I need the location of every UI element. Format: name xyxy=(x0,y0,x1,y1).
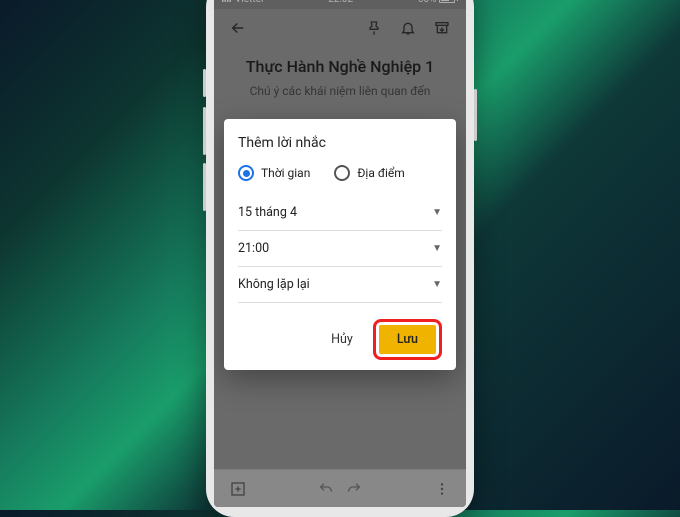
chevron-down-icon: ▼ xyxy=(432,279,442,290)
radio-selected-icon xyxy=(238,165,254,181)
time-select[interactable]: 21:00 ▼ xyxy=(238,231,442,267)
date-select[interactable]: 15 tháng 4 ▼ xyxy=(238,195,442,231)
radio-place-label: Địa điểm xyxy=(357,166,404,180)
dialog-title: Thêm lời nhắc xyxy=(238,135,442,151)
radio-group: Thời gian Địa điểm xyxy=(238,165,442,181)
screen: Viettel 22:02 60% xyxy=(214,0,466,507)
repeat-select[interactable]: Không lặp lại ▼ xyxy=(238,267,442,303)
phone-frame: Viettel 22:02 60% xyxy=(206,0,474,517)
bottom-toolbar xyxy=(214,469,466,507)
cancel-button[interactable]: Hủy xyxy=(319,324,365,355)
side-button xyxy=(203,107,206,155)
radio-place[interactable]: Địa điểm xyxy=(334,165,404,181)
chevron-down-icon: ▼ xyxy=(432,207,442,218)
date-value: 15 tháng 4 xyxy=(238,205,297,220)
repeat-value: Không lặp lại xyxy=(238,277,310,292)
time-value: 21:00 xyxy=(238,241,269,256)
reminder-dialog: Thêm lời nhắc Thời gian Địa điểm 15 thán… xyxy=(224,119,456,370)
side-button xyxy=(203,69,206,97)
dialog-actions: Hủy Lưu xyxy=(238,319,442,360)
radio-unselected-icon xyxy=(334,165,350,181)
highlight-annotation: Lưu xyxy=(373,319,442,360)
undo-icon[interactable] xyxy=(312,475,340,503)
more-icon[interactable] xyxy=(428,475,456,503)
radio-time[interactable]: Thời gian xyxy=(238,165,310,181)
save-button[interactable]: Lưu xyxy=(379,325,436,354)
side-button xyxy=(474,89,477,141)
side-button xyxy=(203,163,206,211)
radio-time-label: Thời gian xyxy=(261,166,310,180)
redo-icon[interactable] xyxy=(340,475,368,503)
chevron-down-icon: ▼ xyxy=(432,243,442,254)
modal-overlay: Thêm lời nhắc Thời gian Địa điểm 15 thán… xyxy=(214,0,466,507)
add-box-icon[interactable] xyxy=(224,475,252,503)
